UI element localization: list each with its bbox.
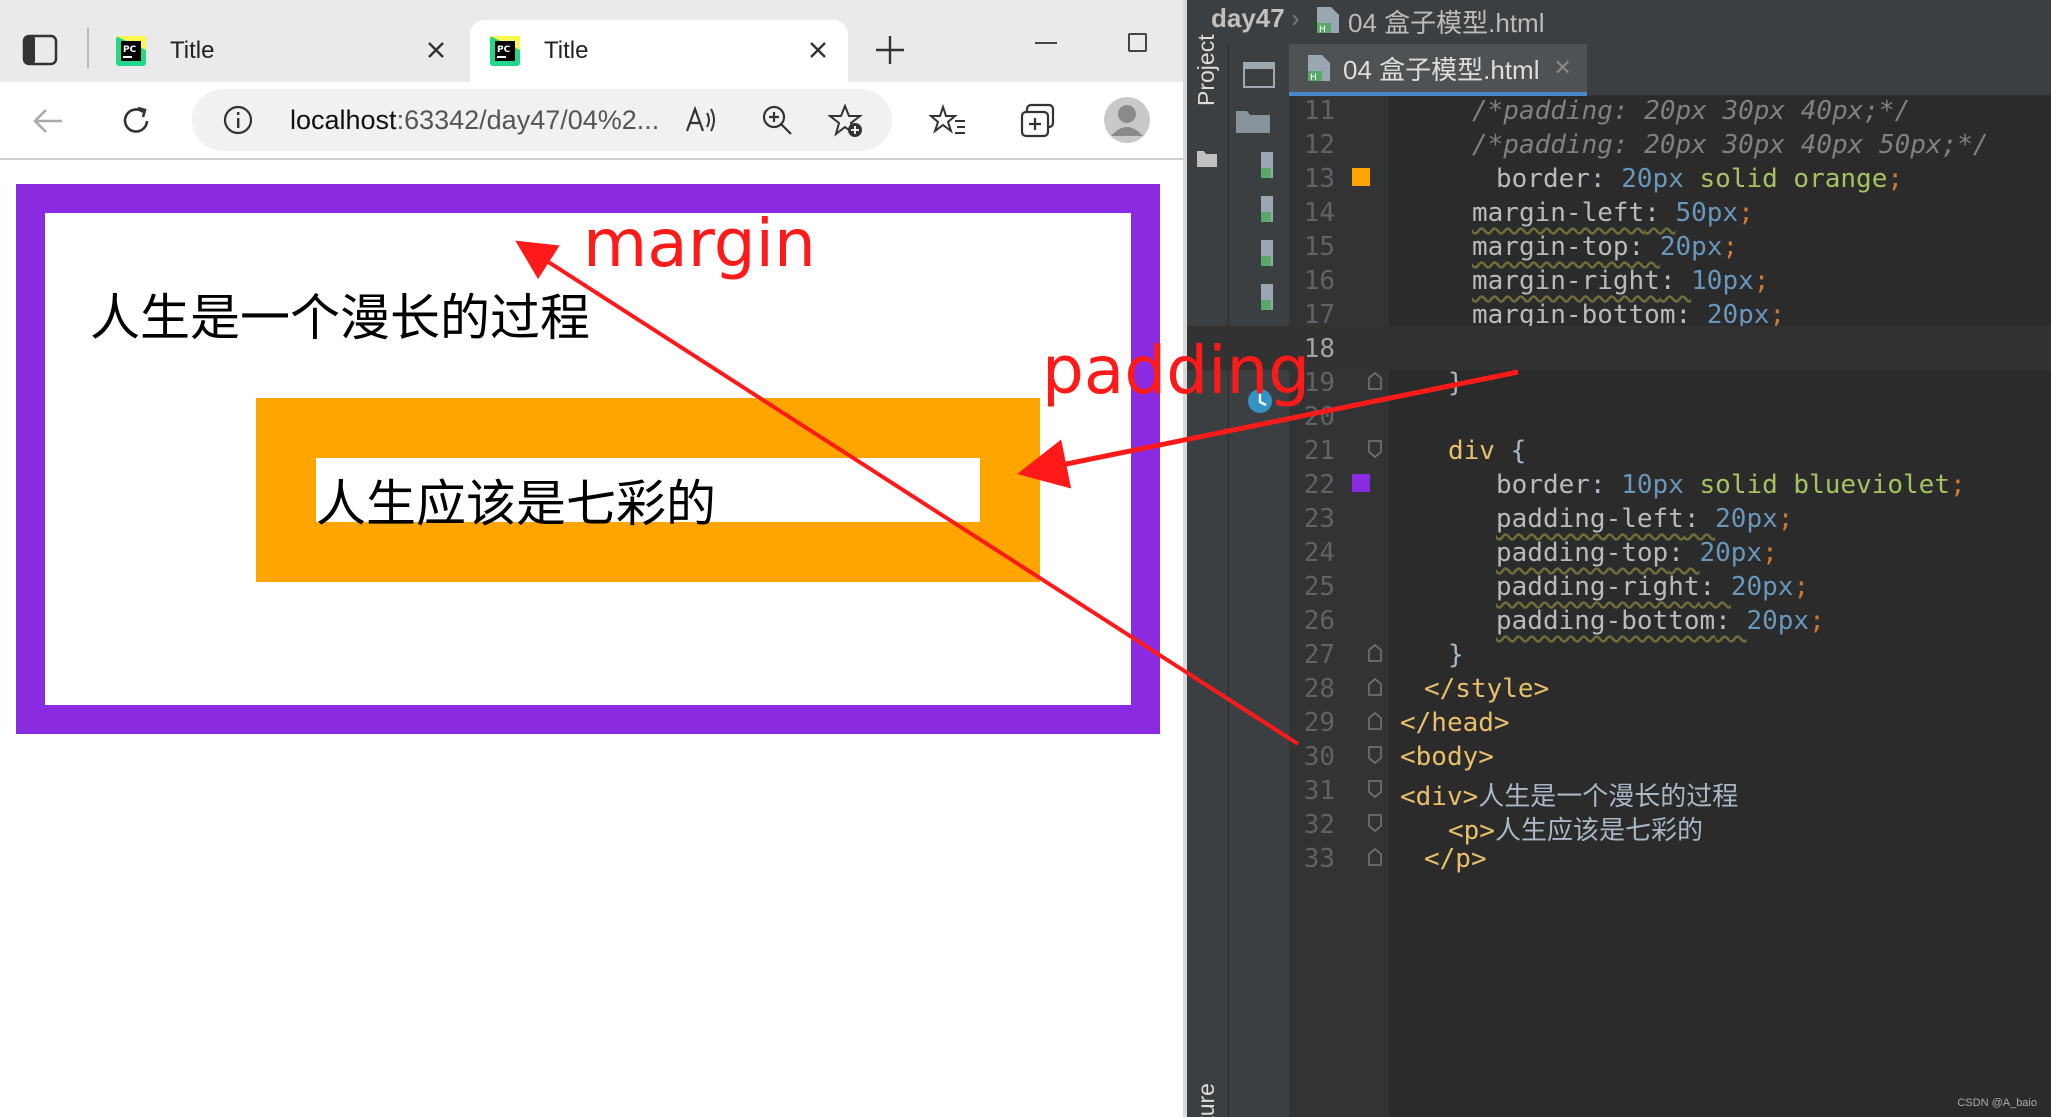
url-text: localhost:63342/day47/04%2... [290, 105, 659, 136]
svg-text:PC: PC [123, 45, 137, 55]
close-tab-icon[interactable]: ✕ [1554, 55, 1572, 81]
html-tag: </p> [1424, 844, 1487, 874]
close-tab-icon[interactable] [422, 36, 450, 64]
line-number: 33 [1303, 844, 1335, 874]
profile-avatar-icon[interactable] [1103, 96, 1151, 144]
inner-p-content: 人生应该是七彩的 [316, 458, 980, 533]
collections-icon[interactable] [1018, 101, 1058, 141]
url-path: :63342/day47/04%2... [396, 105, 660, 135]
url-host: localhost [290, 105, 397, 135]
close-tab-icon[interactable] [804, 36, 832, 64]
breadcrumb-chevron-icon: › [1291, 3, 1300, 33]
address-bar[interactable]: localhost:63342/day47/04%2... [192, 89, 892, 151]
html-file-icon: H [1308, 55, 1330, 83]
fold-marker-icon[interactable] [1367, 712, 1383, 730]
outer-div-text: 人生是一个漫长的过程 [90, 289, 590, 347]
code-line: 33 </p> [1187, 836, 2051, 880]
favorites-icon[interactable] [928, 101, 968, 141]
fold-marker-icon[interactable] [1367, 814, 1383, 832]
breadcrumb-file[interactable]: 04 盒子模型.html [1348, 3, 1545, 40]
page-viewport: 人生是一个漫长的过程 人生应该是七彩的 [0, 160, 1187, 1117]
tab-title: Title [544, 37, 589, 64]
refresh-icon[interactable] [116, 101, 156, 141]
fold-marker-icon[interactable] [1367, 372, 1383, 390]
add-favorite-icon[interactable] [828, 103, 864, 139]
color-swatch-blueviolet[interactable] [1352, 474, 1370, 492]
svg-text:H: H [1310, 73, 1317, 83]
inner-p-text: 人生应该是七彩的 [316, 475, 716, 533]
pycharm-favicon-icon: PC [116, 36, 146, 66]
fold-marker-icon[interactable] [1367, 780, 1383, 798]
fold-marker-icon[interactable] [1367, 746, 1383, 764]
fold-marker-icon[interactable] [1367, 644, 1383, 662]
svg-text:H: H [1319, 25, 1326, 35]
new-tab-plus-icon[interactable] [873, 33, 907, 67]
editor-tab-name: 04 盒子模型.html [1343, 54, 1540, 85]
svg-text:PC: PC [497, 45, 511, 55]
read-aloud-icon[interactable] [684, 103, 718, 137]
padding-annotation-label: padding [1042, 332, 1311, 409]
html-file-icon: H [1317, 7, 1339, 35]
sidebar-toggle-icon[interactable] [22, 34, 58, 66]
tab-title: Title [170, 37, 215, 64]
tab-strip: PC Title PC Title [0, 0, 1187, 82]
watermark: CSDN @A_baio [1957, 1097, 2037, 1109]
panel-layout-icon[interactable] [1243, 62, 1275, 88]
maximize-icon[interactable] [1128, 33, 1147, 52]
ide-window: day47 › H 04 盒子模型.html Project tructure [1187, 0, 2051, 1117]
tab-active[interactable]: PC Title [470, 20, 848, 82]
margin-annotation-label: margin [583, 205, 816, 282]
browser-toolbar: localhost:63342/day47/04%2... [0, 82, 1187, 160]
browser-window: PC Title PC Title localhost:63342/day47/… [0, 0, 1187, 1117]
info-icon[interactable] [222, 104, 254, 136]
back-arrow-icon[interactable] [28, 101, 68, 141]
fold-marker-icon[interactable] [1367, 440, 1383, 458]
fold-marker-icon[interactable] [1367, 848, 1383, 866]
minimize-icon[interactable] [1035, 42, 1057, 44]
zoom-icon[interactable] [760, 103, 794, 137]
inner-p-box: 人生应该是七彩的 [256, 398, 1040, 582]
fold-marker-icon[interactable] [1367, 678, 1383, 696]
color-swatch-orange[interactable] [1352, 168, 1370, 186]
ide-navigation-bar: day47 › H 04 盒子模型.html [1187, 0, 2051, 44]
pycharm-favicon-icon: PC [490, 36, 520, 66]
tab-inactive[interactable]: PC Title [96, 20, 466, 82]
tab-separator [87, 28, 89, 68]
breadcrumb-project[interactable]: day47 [1211, 3, 1285, 34]
structure-tool-button[interactable]: tructure [1193, 1083, 1220, 1117]
